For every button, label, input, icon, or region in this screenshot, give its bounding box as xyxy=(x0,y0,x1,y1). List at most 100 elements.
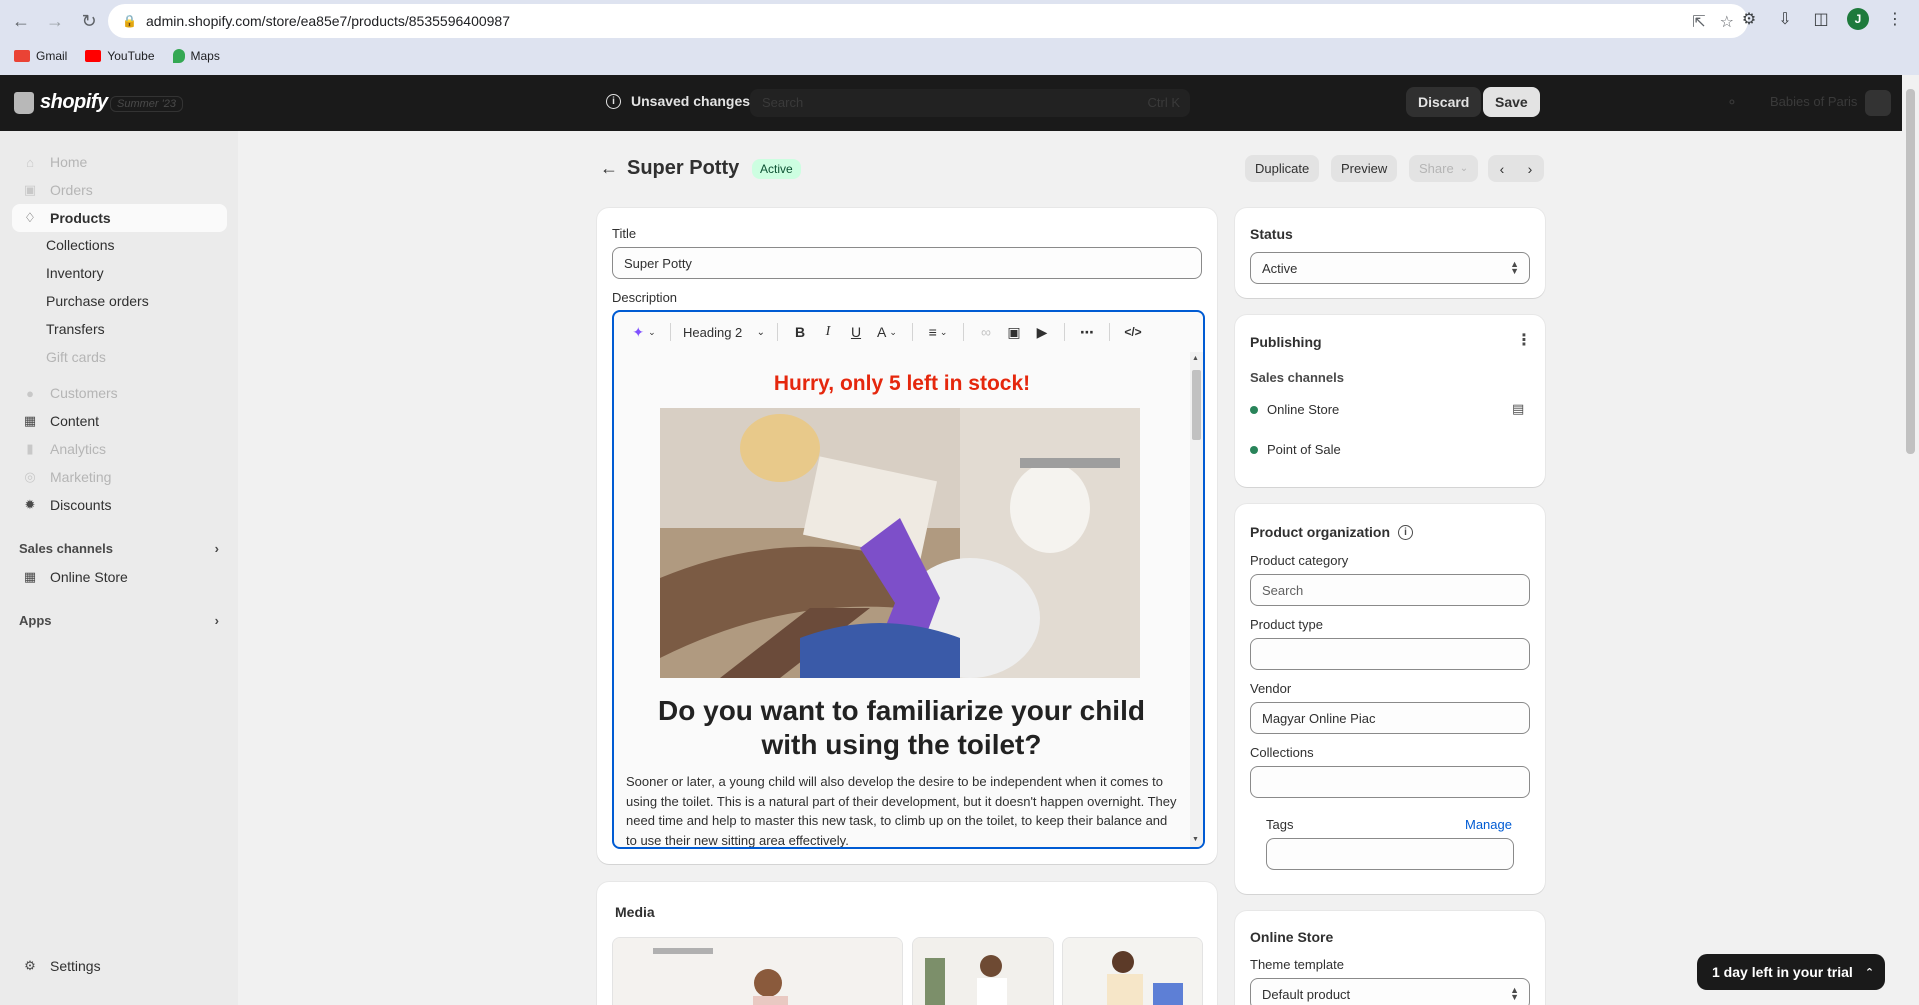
text-style-dropdown[interactable]: Heading 2 ⌄ xyxy=(679,318,769,346)
extensions-icon[interactable]: ⚙ xyxy=(1739,9,1759,29)
url-text: admin.shopify.com/store/ea85e7/products/… xyxy=(146,13,510,29)
side-panel-icon[interactable]: ◫ xyxy=(1811,9,1831,29)
downloads-icon[interactable]: ⇩ xyxy=(1775,9,1795,29)
apps-header[interactable]: Apps › xyxy=(19,613,219,628)
preview-button[interactable]: Preview xyxy=(1331,155,1398,182)
channel-point-of-sale: Point of Sale xyxy=(1250,442,1341,457)
forward-icon[interactable]: → xyxy=(42,8,68,34)
gear-icon: ⚙ xyxy=(24,958,36,973)
sidebar-item-content[interactable]: ▦ Content xyxy=(12,407,227,435)
bookmark-youtube[interactable]: YouTube xyxy=(85,49,155,63)
scroll-up-icon[interactable]: ▲ xyxy=(1192,355,1199,362)
sidebar-item-orders: ▣ Orders xyxy=(23,182,93,198)
share-button: Share ⌄ xyxy=(1409,155,1479,182)
italic-icon[interactable]: I xyxy=(814,318,842,346)
back-icon[interactable]: ← xyxy=(8,8,34,34)
more-options-icon[interactable]: ⋯ xyxy=(1073,318,1101,346)
title-label: Title xyxy=(612,226,637,241)
theme-template-select[interactable]: Default product ▲ ▼ xyxy=(1250,978,1530,1005)
duplicate-button[interactable]: Duplicate xyxy=(1245,155,1320,182)
bookmark-gmail[interactable]: Gmail xyxy=(14,49,67,63)
vendor-input[interactable]: Magyar Online Piac xyxy=(1250,702,1530,734)
status-title: Status xyxy=(1250,226,1293,242)
sidebar-item-purchase-orders[interactable]: Purchase orders xyxy=(46,293,149,309)
insert-image-icon[interactable]: ▣ xyxy=(1000,318,1028,346)
discard-button[interactable]: Discard xyxy=(1406,87,1482,117)
search-shortcut: Ctrl K xyxy=(1147,95,1181,110)
collections-input[interactable] xyxy=(1250,766,1530,798)
page-title: Super Potty xyxy=(627,157,740,179)
status-select[interactable]: Active ▲ ▼ xyxy=(1250,252,1530,284)
chevron-up-icon: ⌃ xyxy=(1864,966,1875,979)
stock-alert-heading: Hurry, only 5 left in stock! xyxy=(773,372,1031,395)
align-icon[interactable]: ≡ ⌄ xyxy=(921,318,955,346)
menu-kebab-icon[interactable]: ⋮ xyxy=(1885,9,1905,29)
title-input[interactable]: Super Potty xyxy=(612,247,1202,279)
category-label: Product category xyxy=(1250,553,1349,568)
chevron-right-icon: › xyxy=(214,541,219,556)
editor-scroll-thumb[interactable] xyxy=(1192,370,1201,440)
text-color-icon[interactable]: A ⌄ xyxy=(870,318,904,346)
sidebar-item-products[interactable]: ♢ Products xyxy=(12,204,227,232)
sidebar-item-discounts[interactable]: ✹ Discounts xyxy=(12,491,227,519)
shopify-bag-icon xyxy=(14,91,34,114)
sidebar-item-online-store[interactable]: ▦ Online Store xyxy=(12,563,227,591)
chevron-down-icon: ⌄ xyxy=(756,326,765,338)
page-scroll-thumb[interactable] xyxy=(1906,89,1915,454)
profile-avatar[interactable]: J xyxy=(1847,8,1869,30)
next-product-icon[interactable]: › xyxy=(1516,155,1544,182)
schedule-calendar-icon[interactable]: ▤ xyxy=(1512,401,1524,417)
editor-content[interactable]: Hurry, only 5 left in stock! Do you want… xyxy=(614,352,1190,847)
tags-input[interactable] xyxy=(1266,838,1514,870)
media-image-2[interactable] xyxy=(912,937,1054,1005)
scroll-down-icon[interactable]: ▼ xyxy=(1192,836,1199,843)
storefront-icon: ▦ xyxy=(23,569,37,584)
editor-scrollbar[interactable]: ▲ ▼ xyxy=(1190,352,1203,847)
share-page-icon[interactable]: ⇱ xyxy=(1692,12,1705,32)
channel-online-store: Online Store xyxy=(1250,402,1339,417)
store-name: Babies of Paris xyxy=(1770,94,1858,109)
edition-badge: Summer '23 xyxy=(110,96,183,112)
reload-icon[interactable]: ↻ xyxy=(76,8,102,34)
publishing-menu-icon[interactable]: ⋮ xyxy=(1516,330,1532,350)
lock-icon: 🔒 xyxy=(122,14,137,28)
channel-status-dot xyxy=(1250,445,1258,454)
sidebar-item-transfers[interactable]: Transfers xyxy=(46,321,105,337)
sales-channels-header[interactable]: Sales channels › xyxy=(19,541,219,556)
description-editor[interactable]: ✦ ⌄ Heading 2 ⌄ B I U A ⌄ ≡ ⌄ ∞ ▣ ▶ ⋯ </> H… xyxy=(612,310,1205,849)
code-view-icon[interactable]: </> xyxy=(1118,318,1148,346)
back-arrow-icon[interactable]: ← xyxy=(600,158,618,179)
tags-manage-link[interactable]: Manage xyxy=(1465,817,1512,832)
shopify-logo[interactable]: shopify xyxy=(14,91,108,114)
search-bar: Search Ctrl K xyxy=(750,89,1190,117)
bookmark-maps[interactable]: Maps xyxy=(172,49,220,63)
chevron-down-icon: ⌄ xyxy=(1459,163,1469,174)
product-photo xyxy=(660,408,1140,678)
save-button[interactable]: Save xyxy=(1483,87,1540,117)
category-input[interactable]: Search xyxy=(1250,574,1530,606)
previous-product-icon[interactable]: ‹ xyxy=(1488,155,1516,182)
maps-icon xyxy=(172,49,185,63)
address-bar[interactable]: 🔒 admin.shopify.com/store/ea85e7/product… xyxy=(108,4,1748,38)
sidebar-item-settings[interactable]: ⚙ Settings xyxy=(12,952,227,980)
vendor-label: Vendor xyxy=(1250,681,1292,696)
type-input[interactable] xyxy=(1250,638,1530,670)
target-icon: ◎ xyxy=(24,469,36,484)
info-icon[interactable]: i xyxy=(1398,524,1413,540)
media-image-3[interactable] xyxy=(1062,937,1203,1005)
youtube-icon xyxy=(85,50,102,62)
insert-video-icon[interactable]: ▶ xyxy=(1028,318,1056,346)
ai-magic-icon[interactable]: ✦ ⌄ xyxy=(626,318,662,346)
trial-banner[interactable]: 1 day left in your trial ⌃ xyxy=(1697,954,1885,990)
description-label: Description xyxy=(612,290,678,305)
page-scrollbar[interactable] xyxy=(1902,75,1919,1005)
underline-icon[interactable]: U xyxy=(842,318,870,346)
media-photo-3 xyxy=(1063,938,1202,1005)
chevron-right-icon: › xyxy=(214,613,219,628)
sidebar-item-collections[interactable]: Collections xyxy=(46,237,114,253)
media-image-main[interactable] xyxy=(612,937,903,1005)
bold-icon[interactable]: B xyxy=(786,318,814,346)
sidebar-item-inventory[interactable]: Inventory xyxy=(46,265,104,281)
bookmark-star-icon[interactable]: ☆ xyxy=(1720,12,1734,32)
bar-chart-icon: ▮ xyxy=(26,441,34,456)
